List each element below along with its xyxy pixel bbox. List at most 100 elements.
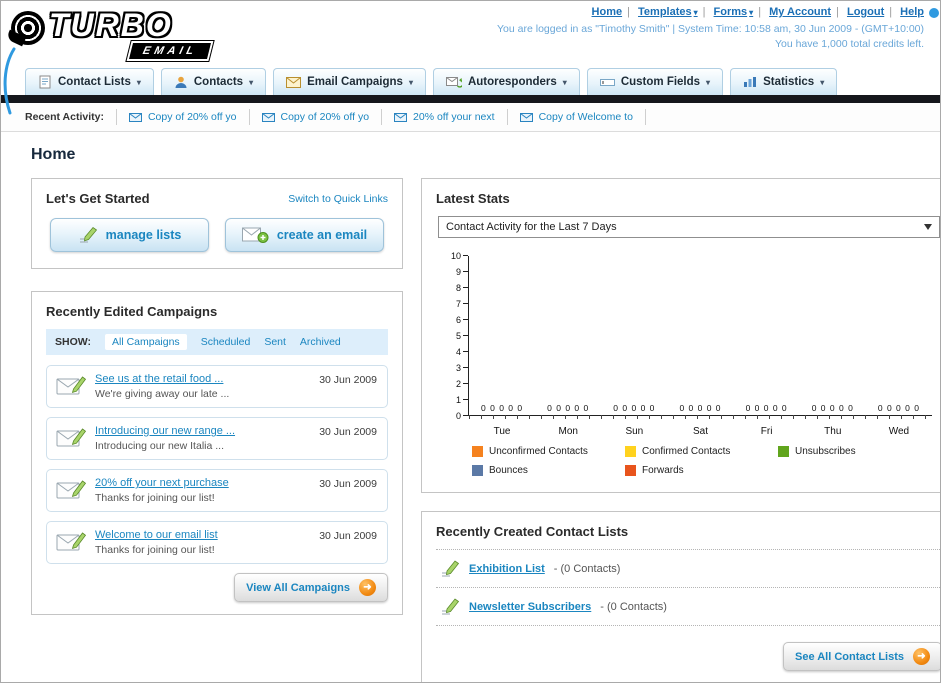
- contact-list-count: - (0 Contacts): [600, 600, 667, 613]
- recent-activity-item[interactable]: Copy of Welcome to: [508, 109, 646, 125]
- top-link-home[interactable]: Home: [592, 6, 623, 18]
- separator: [698, 6, 711, 18]
- campaign-item[interactable]: See us at the retail food ... We're givi…: [46, 365, 388, 408]
- view-all-campaigns-button[interactable]: View All Campaigns ➜: [234, 573, 388, 602]
- autoresponders-icon: [445, 77, 462, 88]
- legend-label: Forwards: [642, 465, 684, 476]
- top-link-forms[interactable]: Forms ▾: [714, 6, 754, 18]
- recent-activity-item-label: 20% off your next: [413, 111, 495, 123]
- filter-archived[interactable]: Archived: [300, 336, 341, 348]
- arrow-right-icon: ➜: [359, 579, 376, 596]
- recent-activity-item[interactable]: Copy of 20% off yo: [115, 109, 250, 125]
- y-tick: 6: [456, 315, 468, 325]
- recent-campaigns-panel: Recently Edited Campaigns SHOW: All Camp…: [31, 291, 403, 615]
- top-link-templates[interactable]: Templates ▾: [638, 6, 698, 18]
- x-axis-label: Sat: [692, 426, 708, 437]
- campaign-text: Introducing our new range ... Introducin…: [95, 425, 235, 452]
- y-tick: 1: [456, 395, 468, 405]
- contact-list-rows: Exhibition List - (0 Contacts) Newslette…: [436, 549, 940, 626]
- recent-activity-item[interactable]: Copy of 20% off yo: [250, 109, 383, 125]
- y-tick: 7: [456, 299, 468, 309]
- campaign-title-link[interactable]: 20% off your next purchase: [95, 477, 229, 489]
- campaign-text: Welcome to our email list Thanks for joi…: [95, 529, 218, 556]
- top-link-help[interactable]: Help: [900, 6, 924, 18]
- chevron-down-icon: ▾: [408, 77, 413, 87]
- header-meta: Home Templates▾ Forms▾ My Account Logout…: [497, 6, 924, 50]
- separator: [622, 6, 635, 18]
- main-nav: Contact Lists ▾ Contacts ▾ Email Campaig…: [1, 65, 940, 95]
- filter-sent[interactable]: Sent: [264, 336, 286, 348]
- campaign-text: See us at the retail food ... We're givi…: [95, 373, 229, 400]
- top-link-my-account[interactable]: My Account: [769, 6, 831, 18]
- pencil-icon: [442, 560, 460, 577]
- x-axis-label: Fri: [760, 426, 773, 437]
- bar-value-labels: 0 0 0 0 0: [547, 403, 590, 413]
- legend-label: Bounces: [489, 465, 528, 476]
- bar-value-labels: 0 0 0 0 0: [679, 403, 722, 413]
- contact-list-link[interactable]: Exhibition List: [469, 563, 545, 575]
- top-link-label: Templates: [638, 6, 692, 18]
- campaign-title-link[interactable]: See us at the retail food ...: [95, 373, 229, 385]
- tab-label: Custom Fields: [620, 76, 701, 88]
- campaign-title-link[interactable]: Introducing our new range ...: [95, 425, 235, 437]
- email-edit-icon: [56, 532, 86, 551]
- get-started-panel: Let's Get Started Switch to Quick Links …: [31, 178, 403, 269]
- tab-autoresponders[interactable]: Autoresponders ▾: [432, 68, 580, 95]
- legend-item: Confirmed Contacts: [625, 446, 778, 457]
- chevron-down-icon: ▾: [136, 77, 141, 87]
- chart-bar-group: 0 0 0 0 0: [601, 256, 667, 415]
- header: TURBO EMAIL Home Templates▾ Forms▾ My Ac…: [1, 1, 940, 115]
- filter-scheduled[interactable]: Scheduled: [201, 336, 251, 348]
- chevron-down-icon: ▾: [562, 77, 567, 87]
- tab-contact-lists[interactable]: Contact Lists ▾: [25, 68, 154, 95]
- see-all-contact-lists-button[interactable]: See All Contact Lists ➜: [782, 642, 940, 671]
- tab-email-campaigns[interactable]: Email Campaigns ▾: [273, 68, 426, 95]
- chart-bar-group: 0 0 0 0 0: [667, 256, 733, 415]
- campaign-date: 30 Jun 2009: [319, 530, 377, 542]
- custom-fields-icon: [599, 78, 615, 86]
- top-link-logout[interactable]: Logout: [847, 6, 884, 18]
- manage-lists-button[interactable]: manage lists: [50, 218, 209, 252]
- logo: TURBO EMAIL: [11, 5, 261, 62]
- contact-list-item[interactable]: Exhibition List - (0 Contacts): [436, 549, 940, 588]
- x-axis-label: Tue: [493, 426, 511, 437]
- bar-value-labels: 0 0 0 0 0: [613, 403, 656, 413]
- switch-quick-links-link[interactable]: Switch to Quick Links: [288, 193, 388, 205]
- campaign-item[interactable]: Welcome to our email list Thanks for joi…: [46, 521, 388, 564]
- legend-swatch-bounces: [472, 465, 483, 476]
- bar-value-labels: 0 0 0 0 0: [481, 403, 524, 413]
- contact-list-item[interactable]: Newsletter Subscribers - (0 Contacts): [436, 588, 940, 626]
- filter-all-campaigns[interactable]: All Campaigns: [104, 334, 187, 350]
- create-email-button[interactable]: create an email: [225, 218, 384, 252]
- tab-contacts[interactable]: Contacts ▾: [160, 68, 267, 95]
- chart-bar-group: 0 0 0 0 0: [800, 256, 866, 415]
- recent-activity-item[interactable]: 20% off your next: [382, 109, 508, 125]
- stats-period-select[interactable]: Contact Activity for the Last 7 Days: [438, 216, 940, 238]
- corner-dot: [929, 8, 939, 18]
- contact-list-count: - (0 Contacts): [553, 562, 621, 575]
- bar-value-labels: 0 0 0 0 0: [811, 403, 854, 413]
- panel-title: Recently Edited Campaigns: [46, 304, 218, 319]
- y-tick: 5: [456, 331, 468, 341]
- chart-bar-group: 0 0 0 0 0: [866, 256, 932, 415]
- y-tick: 0: [456, 411, 468, 421]
- campaign-item[interactable]: 20% off your next purchase Thanks for jo…: [46, 469, 388, 512]
- logo-swoosh-line: [3, 47, 16, 115]
- tab-custom-fields[interactable]: Custom Fields ▾: [586, 68, 724, 95]
- tab-statistics[interactable]: Statistics ▾: [730, 68, 838, 95]
- campaign-filter-bar: SHOW: All Campaigns Scheduled Sent Archi…: [46, 329, 388, 355]
- legend-swatch-forwards: [625, 465, 636, 476]
- contact-list-link[interactable]: Newsletter Subscribers: [469, 601, 591, 613]
- email-edit-icon: [56, 480, 86, 499]
- recent-activity-bar: Recent Activity: Copy of 20% off yo Copy…: [1, 103, 940, 132]
- campaign-item[interactable]: Introducing our new range ... Introducin…: [46, 417, 388, 460]
- left-column: Let's Get Started Switch to Quick Links …: [31, 178, 403, 615]
- legend-item: Forwards: [625, 465, 778, 476]
- arrow-right-icon: ➜: [913, 648, 930, 665]
- legend-item: Unconfirmed Contacts: [472, 446, 625, 457]
- tab-label: Autoresponders: [467, 76, 557, 88]
- campaign-title-link[interactable]: Welcome to our email list: [95, 529, 218, 541]
- button-label: See All Contact Lists: [794, 650, 904, 663]
- chevron-down-icon: ▾: [706, 77, 711, 87]
- y-tick: 2: [456, 379, 468, 389]
